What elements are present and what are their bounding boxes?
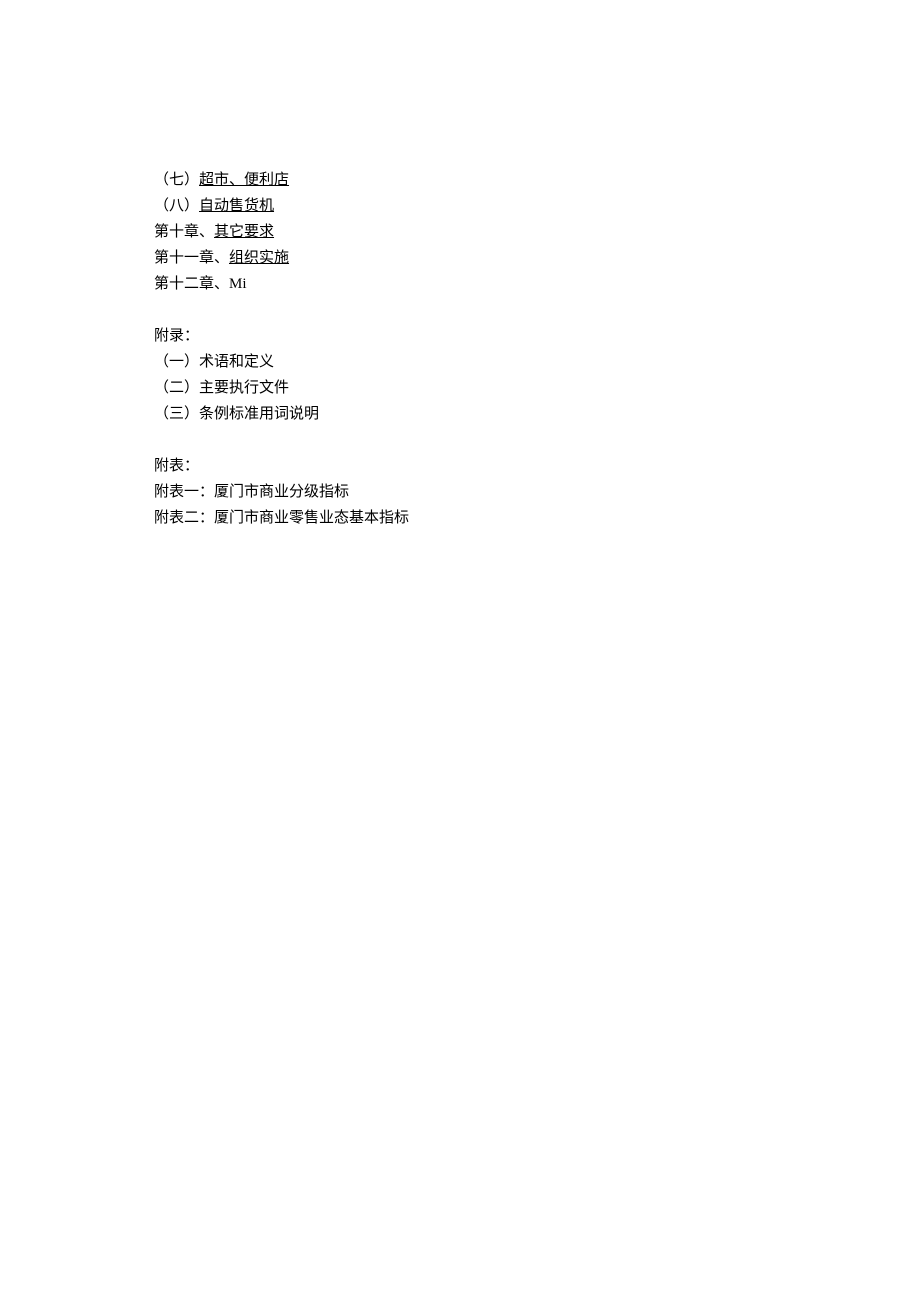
tables-title-text: 附表： [154,458,199,474]
tables-item-1-text: 附表一：厦门市商业分级指标 [154,484,349,500]
appendix-title-text: 附录： [154,328,199,344]
appendix-title: 附录： [154,323,920,349]
toc-chapter-10-prefix: 第十章、 [154,224,214,240]
toc-chapter-10: 第十章、其它要求 [154,219,920,245]
tables-title: 附表： [154,453,920,479]
toc-item-8: （八）自动售货机 [154,193,920,219]
appendix-item-3-text: （三）条例标准用词说明 [154,406,319,422]
toc-item-7: （七）超市、便利店 [154,167,920,193]
appendix-item-3: （三）条例标准用词说明 [154,401,920,427]
tables-item-1: 附表一：厦门市商业分级指标 [154,479,920,505]
toc-chapter-11: 第十一章、组织实施 [154,245,920,271]
toc-chapter-12: 第十二章、Mi [154,271,920,297]
toc-item-8-prefix: （八） [154,198,199,214]
toc-item-7-link[interactable]: 超市、便利店 [199,172,289,188]
toc-chapter-12-text: 第十二章、Mi [154,276,247,292]
appendix-item-1: （一）术语和定义 [154,349,920,375]
toc-chapter-11-prefix: 第十一章、 [154,250,229,266]
appendix-item-2-text: （二）主要执行文件 [154,380,289,396]
tables-item-2-text: 附表二：厦门市商业零售业态基本指标 [154,510,409,526]
appendix-item-1-text: （一）术语和定义 [154,354,274,370]
toc-item-7-prefix: （七） [154,172,199,188]
appendix-item-2: （二）主要执行文件 [154,375,920,401]
toc-chapter-11-link[interactable]: 组织实施 [229,250,289,266]
toc-chapter-10-link[interactable]: 其它要求 [214,224,274,240]
tables-item-2: 附表二：厦门市商业零售业态基本指标 [154,505,920,531]
toc-item-8-link[interactable]: 自动售货机 [199,198,274,214]
